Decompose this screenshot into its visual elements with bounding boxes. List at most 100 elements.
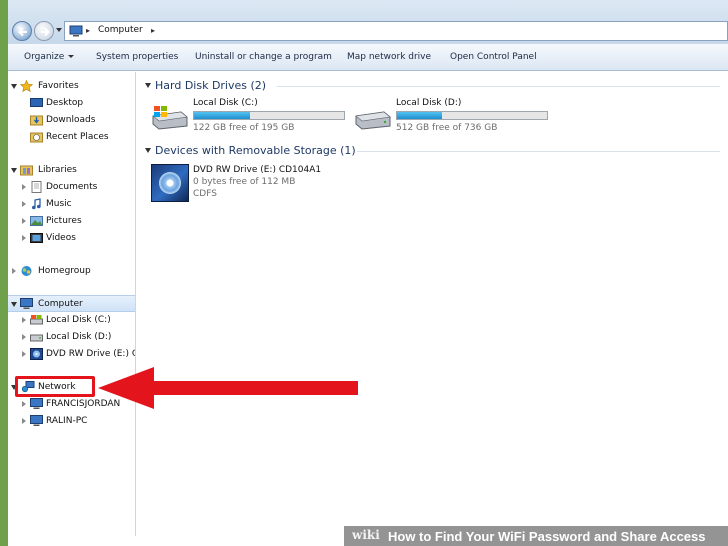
group-header-hard-disk-drives[interactable]: Hard Disk Drives (2) [145,78,720,94]
expand-arrow-icon[interactable] [22,351,26,357]
nav-label: Pictures [46,216,82,226]
nav-label: Music [46,199,72,209]
nav-item-local-disk-c[interactable]: Local Disk (C:) [8,312,135,329]
computer-icon [20,298,33,309]
forward-arrow-icon [41,27,50,37]
nav-favorites[interactable]: Favorites [8,78,135,95]
nav-label: Desktop [46,98,84,108]
system-properties-button[interactable]: System properties [96,52,178,62]
expand-arrow-icon[interactable] [22,218,26,224]
address-bar: ▸ Computer ▸ [8,0,728,44]
collapse-arrow-icon[interactable] [145,148,151,153]
breadcrumb-computer[interactable]: Computer [98,25,143,35]
organize-button[interactable]: Organize [24,52,75,62]
drive-name: DVD RW Drive (E:) CD104A1 [193,165,322,175]
drive-free-space: 0 bytes free of 112 MB [193,177,296,187]
nav-label: Libraries [38,165,77,175]
address-field[interactable]: ▸ Computer ▸ [64,21,728,41]
forward-button[interactable] [34,21,54,41]
drive-dvd-rw[interactable]: DVD RW Drive (E:) CD104A1 0 bytes free o… [151,164,411,206]
nav-item-documents[interactable]: Documents [8,179,135,196]
brand-logo: wiki [352,528,380,542]
breadcrumb-separator-icon[interactable]: ▸ [151,26,155,35]
breadcrumb-separator-icon[interactable]: ▸ [86,26,90,35]
open-control-panel-button[interactable]: Open Control Panel [450,52,537,62]
nav-item-recent-places[interactable]: Recent Places [8,129,135,146]
back-button[interactable] [12,21,32,41]
nav-libraries[interactable]: Libraries [8,162,135,179]
nav-item-desktop[interactable]: Desktop [8,95,135,112]
nav-label: Computer [38,299,83,309]
nav-item-videos[interactable]: Videos [8,230,135,247]
map-network-drive-button[interactable]: Map network drive [347,52,431,62]
system-drive-icon [30,315,43,325]
nav-homegroup[interactable]: Homegroup [8,263,135,280]
nav-item-local-disk-d[interactable]: Local Disk (D:) [8,329,135,346]
recent-places-icon [30,132,43,143]
nav-item-ralin-pc[interactable]: RALIN-PC [8,413,135,430]
group-title: Hard Disk Drives (2) [155,79,267,92]
usage-bar-fill [194,112,250,119]
group-title: Devices with Removable Storage (1) [155,144,356,157]
expand-arrow-icon[interactable] [11,302,17,307]
expand-arrow-icon[interactable] [22,201,26,207]
uninstall-program-button[interactable]: Uninstall or change a program [195,52,332,62]
title-banner: wiki How to Find Your WiFi Password and … [344,526,728,546]
drive-free-space: 122 GB free of 195 GB [193,123,295,133]
nav-label: Recent Places [46,132,109,142]
collapse-arrow-icon[interactable] [145,83,151,88]
star-icon [20,80,33,92]
network-computer-icon [30,398,43,409]
nav-label: Downloads [46,115,96,125]
nav-label: Favorites [38,81,79,91]
banner-title: How to Find Your WiFi Password and Share… [388,529,706,544]
expand-arrow-icon[interactable] [22,401,26,407]
expand-arrow-icon[interactable] [22,235,26,241]
music-note-icon [32,198,41,210]
nav-label: RALIN-PC [46,416,88,426]
expand-arrow-icon[interactable] [22,418,26,424]
recent-pages-dropdown[interactable] [56,28,62,32]
dvd-drive-icon [30,348,43,360]
drive-name: Local Disk (C:) [193,98,258,108]
nav-label: Local Disk (D:) [46,332,112,342]
nav-label: Homegroup [38,266,91,276]
nav-computer[interactable]: Computer [8,295,135,312]
expand-arrow-icon[interactable] [11,84,17,89]
expand-arrow-icon[interactable] [22,317,26,323]
nav-label: Videos [46,233,76,243]
downloads-folder-icon [30,115,43,126]
drive-local-disk-d[interactable]: Local Disk (D:) 512 GB free of 736 GB [354,98,554,148]
content-pane: Hard Disk Drives (2) Local Disk (C:) 122… [137,72,728,536]
dvd-drive-icon [151,164,189,202]
expand-arrow-icon[interactable] [22,334,26,340]
dropdown-caret-icon [68,55,75,58]
group-header-removable-storage[interactable]: Devices with Removable Storage (1) [145,143,720,159]
expand-arrow-icon[interactable] [12,268,16,274]
nav-label: DVD RW Drive (E:) C [46,349,136,359]
hard-drive-icon [355,111,391,130]
back-arrow-icon [18,27,27,37]
nav-label: Documents [46,182,98,192]
nav-item-downloads[interactable]: Downloads [8,112,135,129]
nav-item-music[interactable]: Music [8,196,135,213]
expand-arrow-icon[interactable] [22,184,26,190]
libraries-icon [20,165,33,176]
computer-icon [69,25,83,37]
usage-bar [396,111,548,120]
group-divider [277,86,720,87]
pictures-icon [30,216,43,226]
group-divider [357,151,720,152]
navigation-pane: Favorites Desktop Downloads Recent Place… [8,72,136,536]
drive-name: Local Disk (D:) [396,98,462,108]
network-computer-icon [30,415,43,426]
nav-item-pictures[interactable]: Pictures [8,213,135,230]
drive-local-disk-c[interactable]: Local Disk (C:) 122 GB free of 195 GB [151,98,351,148]
organize-label: Organize [24,52,65,62]
desktop-icon [30,98,43,107]
videos-icon [30,233,43,243]
expand-arrow-icon[interactable] [11,168,17,173]
system-drive-icon [152,106,188,130]
nav-item-dvd-drive[interactable]: DVD RW Drive (E:) C [8,346,136,363]
drive-filesystem: CDFS [193,189,217,199]
